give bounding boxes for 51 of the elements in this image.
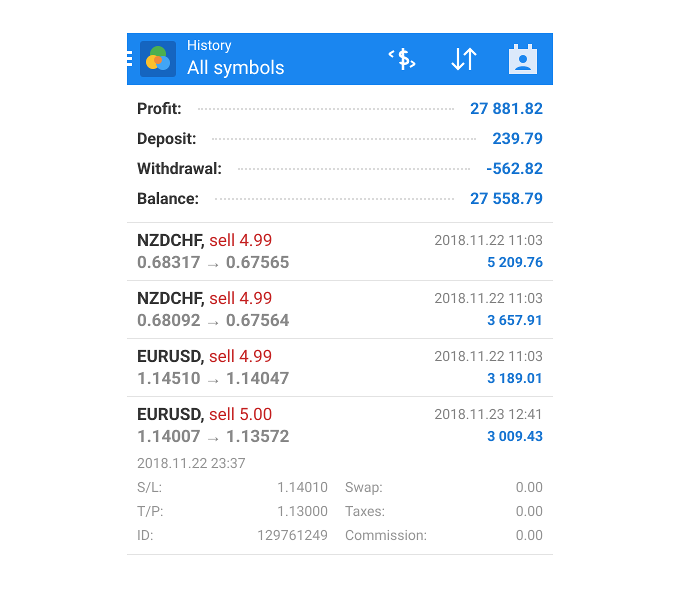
- deal-symbol: NZDCHF,: [137, 289, 205, 309]
- summary-value: 27 881.82: [470, 98, 543, 120]
- summary-value: 239.79: [492, 128, 543, 150]
- deal-prices: 0.68317 → 0.67565: [137, 252, 290, 274]
- detail-value: 0.00: [514, 526, 543, 546]
- summary-label: Balance:: [137, 188, 200, 210]
- deal-profit: 3 657.91: [487, 312, 543, 331]
- summary-value: 27 558.79: [470, 188, 543, 210]
- detail-label: Commission:: [345, 526, 428, 546]
- open-time: 2018.11.22 23:37: [137, 455, 247, 474]
- deal-profit: 5 209.76: [487, 254, 543, 273]
- summary-label: Profit:: [137, 98, 182, 120]
- deal-time: 2018.11.23 12:41: [434, 406, 543, 425]
- deal-symbol: EURUSD,: [137, 405, 205, 425]
- app-logo-icon: [140, 41, 176, 77]
- summary-label: Withdrawal:: [137, 158, 222, 180]
- summary-value: -562.82: [486, 158, 543, 180]
- deal-row[interactable]: NZDCHF, sell 4.99 0.68092 → 0.67564 2018.11.22 11:03 3 657.91: [127, 281, 553, 339]
- detail-value: 129761249: [256, 526, 328, 546]
- detail-value: 0.00: [514, 478, 543, 498]
- deal-symbol: EURUSD,: [137, 347, 205, 367]
- detail-label: ID:: [137, 526, 154, 546]
- menu-icon[interactable]: [127, 51, 132, 67]
- detail-value: 1.14010: [276, 478, 328, 498]
- deal-action: sell 5.00: [208, 405, 272, 425]
- deal-time: 2018.11.22 11:03: [434, 290, 543, 309]
- deal-action: sell 4.99: [209, 289, 272, 309]
- summary-label: Deposit:: [137, 128, 196, 150]
- deal-prices: 0.68092 → 0.67564: [137, 310, 290, 332]
- detail-value: 1.13000: [276, 502, 328, 522]
- detail-label: T/P:: [137, 502, 164, 522]
- deal-prices: 1.14510 → 1.14047: [137, 368, 290, 390]
- calendar-contact-icon[interactable]: [509, 44, 537, 74]
- deal-time: 2018.11.22 11:03: [434, 232, 543, 251]
- deal-time: 2018.11.22 11:03: [434, 348, 543, 367]
- deal-profit: 3 009.43: [487, 428, 543, 447]
- deal-symbol: NZDCHF,: [137, 231, 205, 251]
- detail-label: Taxes:: [345, 502, 386, 522]
- deal-prices: 1.14007 → 1.13572: [137, 426, 290, 448]
- detail-label: S/L:: [137, 478, 164, 498]
- detail-label: Swap:: [345, 478, 384, 498]
- deal-profit: 3 189.01: [487, 370, 543, 389]
- header-title: All symbols: [187, 56, 285, 80]
- detail-value: 0.00: [514, 502, 543, 522]
- deal-row[interactable]: NZDCHF, sell 4.99 0.68317 → 0.67565 2018.11.22 11:03 5 209.76: [127, 223, 553, 281]
- deal-action: sell 4.99: [209, 231, 272, 251]
- header-subtitle: History: [187, 38, 233, 56]
- sort-icon[interactable]: [449, 46, 479, 72]
- deal-action: sell 4.99: [208, 347, 272, 367]
- deal-row[interactable]: EURUSD, sell 5.00 1.14007 → 1.13572 2018.11.23 12:41 3 009.43 2018.11.22 23:37 S/L: 1.14010 Swap: 0.00 T/P: 1.13000 Taxes: 0.00 ID: 129761249 Commission: 0.00: [127, 397, 553, 555]
- deal-row[interactable]: EURUSD, sell 4.99 1.14510 → 1.14047 2018.11.22 11:03 3 189.01: [127, 339, 553, 397]
